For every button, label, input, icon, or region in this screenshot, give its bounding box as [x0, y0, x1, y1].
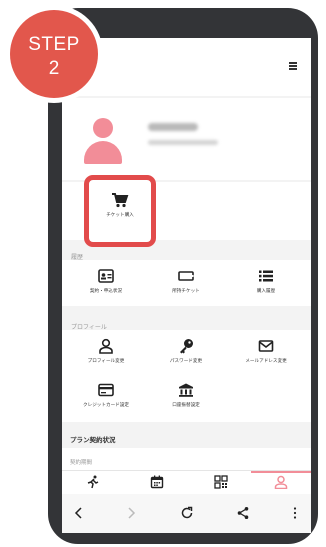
step-badge-number: 2	[48, 58, 60, 79]
mail-icon	[258, 340, 274, 352]
hamburger-icon[interactable]	[289, 62, 297, 70]
profile-edit-label: プロフィール変更	[87, 359, 125, 364]
history-item-tickets[interactable]: 所持チケット	[156, 268, 216, 294]
contract-period-label: 契約期間	[70, 460, 93, 466]
bank-transfer-settings-label: 口座振替設定	[172, 403, 200, 408]
run-icon[interactable]	[86, 475, 100, 489]
plan-status-title: プラン契約状況	[70, 436, 116, 444]
step-badge-label: STEP	[28, 34, 80, 55]
history-item-label: 契約・申込状況	[89, 289, 123, 294]
ticket-icon	[178, 271, 194, 281]
list-icon	[259, 270, 273, 282]
history-item-contract[interactable]: 契約・申込状況	[76, 268, 136, 294]
user-name-blurred	[148, 123, 198, 131]
step-badge: STEP 2	[10, 10, 98, 98]
browser-nav-bar	[62, 494, 311, 533]
bottom-tab-bar	[62, 470, 311, 495]
reload-icon[interactable]	[180, 506, 194, 520]
credit-card-settings-item[interactable]: クレジットカード設定	[76, 382, 136, 408]
ticket-purchase-item[interactable]: チケット購入	[90, 192, 150, 218]
cart-icon	[112, 193, 129, 208]
history-panel: 契約・申込状況 所持チケット 購入履歴	[62, 260, 311, 306]
key-icon	[180, 339, 193, 354]
calendar-icon[interactable]	[150, 475, 164, 489]
back-icon[interactable]	[72, 506, 86, 520]
active-tab-indicator	[251, 471, 311, 473]
password-change-label: パスワード変更	[169, 359, 203, 364]
avatar	[84, 118, 122, 164]
person-icon[interactable]	[274, 475, 288, 489]
share-icon[interactable]	[236, 506, 250, 520]
history-item-label: 所持チケット	[172, 289, 200, 294]
app-screen: チケット購入 履歴 契約・申込状況 所持チケット 購入履歴 プロフィール プロフ…	[62, 38, 311, 533]
qr-icon[interactable]	[214, 475, 228, 489]
email-change-item[interactable]: メールアドレス変更	[236, 338, 296, 364]
password-change-item[interactable]: パスワード変更	[156, 338, 216, 364]
person-icon	[99, 338, 113, 354]
credit-card-icon	[98, 383, 114, 397]
contract-period-row: 契約期間	[62, 448, 311, 470]
contract-card-icon	[98, 269, 114, 283]
ticket-purchase-label: チケット購入	[106, 213, 134, 218]
profile-edit-item[interactable]: プロフィール変更	[76, 338, 136, 364]
more-icon[interactable]	[288, 506, 302, 520]
history-item-purchases[interactable]: 購入履歴	[236, 268, 296, 294]
email-change-label: メールアドレス変更	[245, 359, 287, 364]
profile-header	[62, 98, 311, 180]
credit-card-settings-label: クレジットカード設定	[83, 403, 129, 408]
plan-status-header: プラン契約状況	[62, 430, 311, 446]
user-subtitle-blurred	[148, 140, 218, 145]
history-item-label: 購入履歴	[256, 289, 276, 294]
bank-icon	[179, 383, 193, 397]
bank-transfer-settings-item[interactable]: 口座振替設定	[156, 382, 216, 408]
forward-icon[interactable]	[124, 506, 138, 520]
profile-settings-panel: プロフィール変更 パスワード変更 メールアドレス変更 クレジットカード設定 口座…	[62, 330, 311, 422]
highlighted-ticket-purchase[interactable]: チケット購入	[84, 175, 156, 247]
